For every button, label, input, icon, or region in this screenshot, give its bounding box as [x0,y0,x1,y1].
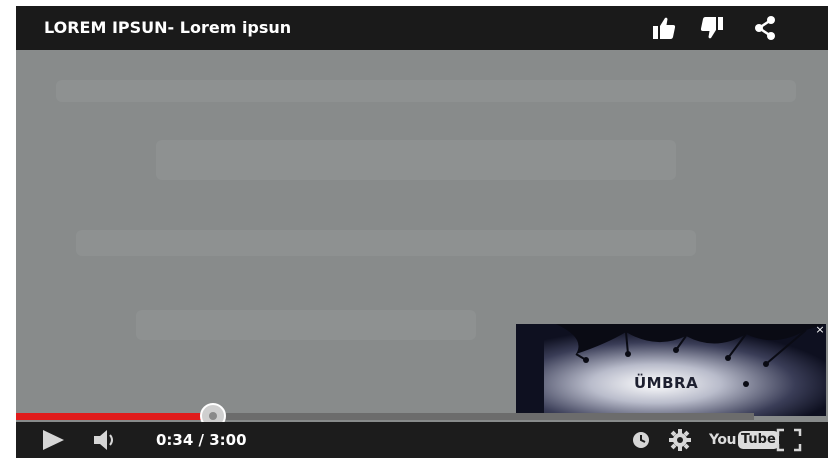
time-display: 0:34 / 3:00 [156,431,247,449]
video-frame-shape [76,230,696,256]
ad-overlay[interactable]: ÜMBRA × [516,324,826,416]
thumbs-up-icon[interactable] [650,14,678,42]
play-icon[interactable] [40,428,66,452]
video-title[interactable]: LOREM IPSUN- Lorem ipsun [44,18,291,38]
progress-bar[interactable] [16,403,754,429]
control-bar: 0:34 / 3:00 You Tube [16,422,828,458]
thumbs-down-icon[interactable] [698,14,726,42]
video-frame-shape [56,80,796,102]
youtube-logo-tube: Tube [737,431,779,449]
progress-played [16,413,213,420]
share-icon[interactable] [751,14,779,42]
video-player[interactable]: LOREM IPSUN- Lorem ipsun ÜMBRA × 0:34 / … [16,6,828,458]
fullscreen-icon[interactable] [776,428,802,452]
youtube-logo[interactable]: You Tube [709,430,779,450]
youtube-logo-you: You [709,432,736,448]
ad-close-button[interactable]: × [814,324,826,336]
video-frame-shape [156,140,676,180]
video-frame-shape [136,310,476,340]
ad-banner-art [516,324,826,416]
volume-icon[interactable] [92,428,120,452]
ad-brand-logo: ÜMBRA [634,374,699,392]
title-bar: LOREM IPSUN- Lorem ipsun [16,6,828,50]
gear-icon[interactable] [669,429,691,453]
clock-icon[interactable] [631,430,651,454]
